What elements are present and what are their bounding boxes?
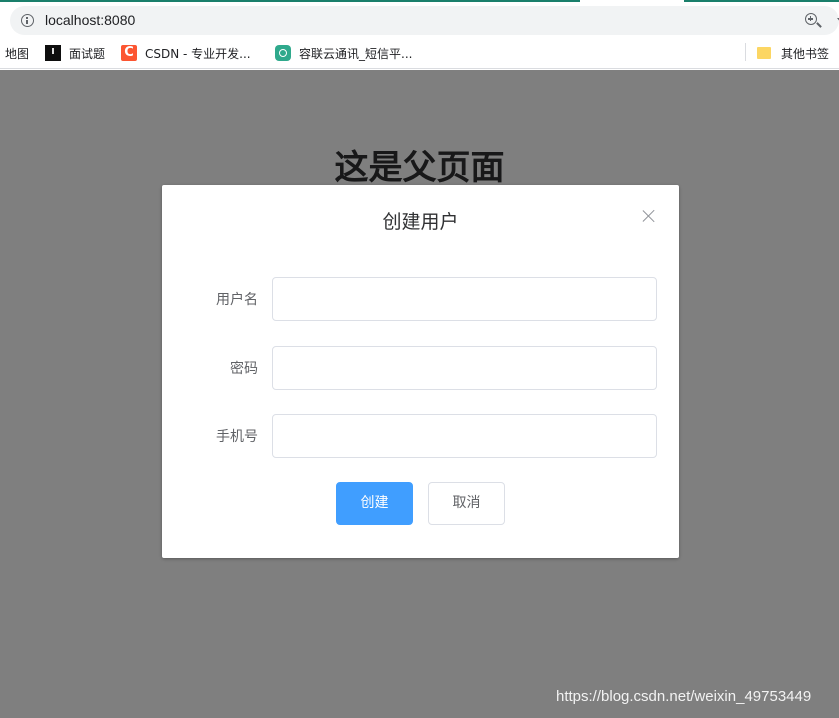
info-icon[interactable] [21,14,34,27]
bookmark-label: 面试题 [69,46,106,61]
username-label: 用户名 [216,292,258,308]
bookmark-interview[interactable]: 面试题 [45,44,105,62]
watermark: https://blog.csdn.net/weixin_49753449 [556,688,812,705]
tab-indicator [684,0,839,2]
close-icon[interactable] [642,209,656,223]
username-input[interactable] [272,277,657,321]
bookmark-label: 地图 [5,46,30,61]
bookmark-ronglian[interactable]: 容联云通讯_短信平... [275,44,412,62]
bookmark-separator [745,43,746,61]
other-bookmarks-label: 其他书签 [781,46,830,61]
password-label: 密码 [230,361,258,377]
create-button[interactable]: 创建 [336,482,413,525]
bookmarks-bar: 地图 面试题 C CSDN - 专业开发... 容联云通讯_短信平... 其他书… [0,37,839,69]
ronglian-icon [275,45,291,61]
phone-label: 手机号 [216,429,258,445]
create-user-dialog: 创建用户 用户名 密码 手机号 创建 取消 [162,185,679,558]
black-square-icon [45,45,61,61]
zoom-icon-handle [816,22,822,28]
url-text[interactable]: localhost:8080 [45,12,135,28]
page-content: 这是父页面 创建用户 用户名 密码 手机号 创建 取消 https://blog… [0,70,839,718]
bookmark-map[interactable]: 地图 [5,44,29,62]
phone-row: 手机号 [162,414,679,458]
cancel-button[interactable]: 取消 [428,482,505,525]
password-row: 密码 [162,346,679,390]
active-tab-indicator [0,0,580,2]
phone-input[interactable] [272,414,657,458]
bookmark-csdn[interactable]: C CSDN - 专业开发... [121,44,251,62]
password-input[interactable] [272,346,657,390]
bookmark-label: 容联云通讯_短信平... [299,46,413,61]
address-bar: localhost:8080 [0,3,839,37]
username-row: 用户名 [162,277,679,321]
omnibox[interactable]: localhost:8080 [10,6,839,35]
csdn-icon: C [121,45,137,61]
other-bookmarks[interactable]: 其他书签 [757,44,829,62]
folder-icon [757,47,771,59]
bookmark-label: CSDN - 专业开发... [145,46,251,61]
dialog-title: 创建用户 [382,211,459,233]
